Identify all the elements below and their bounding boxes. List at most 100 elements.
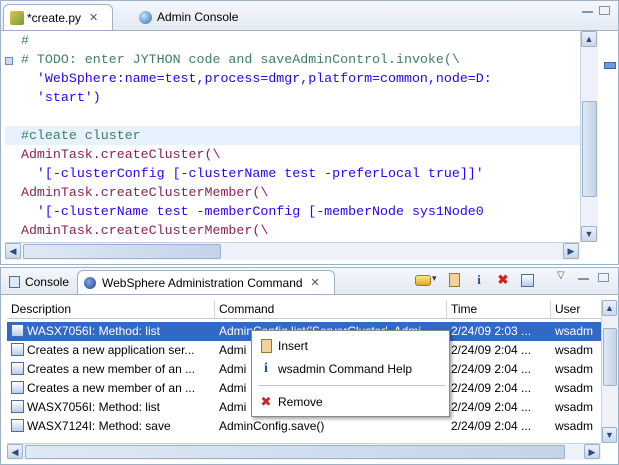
clipboard-icon[interactable]: [446, 272, 462, 288]
cell-text: Creates a new member of an ...: [27, 381, 196, 395]
cell-text: 2/24/09 2:04 ...: [451, 381, 532, 395]
cell-text: WASX7056I: Method: list: [27, 400, 160, 414]
cell-user: wsadm: [555, 417, 601, 436]
minimize-icon[interactable]: [578, 276, 589, 280]
cell-command: AdminConfig.save(): [219, 417, 445, 436]
chevron-down-icon[interactable]: ▾: [432, 273, 437, 284]
maximize-icon[interactable]: [598, 273, 609, 282]
cell-text: wsadm: [555, 343, 594, 357]
code-line[interactable]: '[-clusterConfig [-clusterName test -pre…: [5, 164, 484, 183]
scroll-thumb[interactable]: [25, 445, 565, 459]
tab-label: WebSphere Administration Command: [102, 275, 303, 290]
cell-text: wsadm: [555, 362, 594, 376]
command-icon: [11, 400, 24, 413]
menu-item-insert[interactable]: Insert: [254, 335, 447, 357]
command-icon: [11, 381, 24, 394]
context-menu: Insert i wsadmin Command Help ✖ Remove: [251, 330, 450, 417]
table-horizontal-scrollbar[interactable]: ◀ ▶: [7, 443, 601, 460]
command-icon: [11, 343, 24, 356]
menu-item-label: Insert: [278, 339, 309, 353]
cell-user: wsadm: [555, 341, 601, 360]
close-icon[interactable]: ✕: [89, 11, 98, 24]
scroll-left-button[interactable]: ◀: [7, 444, 23, 459]
console-icon: [9, 276, 20, 288]
cell-text: wsadm: [555, 419, 594, 433]
code-editor[interactable]: # # TODO: enter JYTHON code and saveAdmi…: [5, 31, 583, 242]
editor-pane: *create.py ✕ Admin Console # # TODO: ent…: [0, 0, 619, 265]
command-icon: [11, 419, 24, 432]
code-line[interactable]: # TODO: enter JYTHON code and saveAdminC…: [5, 50, 460, 69]
cell-text: WASX7056I: Method: list: [27, 324, 160, 338]
cell-text: 2/24/09 2:04 ...: [451, 343, 532, 357]
command-icon: [11, 362, 24, 375]
code-line[interactable]: AdminTask.createClusterMember(\: [5, 221, 268, 240]
menu-item-label: Remove: [278, 395, 323, 409]
cell-text: wsadm: [555, 381, 594, 395]
clipboard-icon: [254, 339, 278, 353]
menu-item-label: wsadmin Command Help: [278, 362, 413, 376]
cell-text: 2/24/09 2:04 ...: [451, 419, 532, 433]
info-icon[interactable]: i: [471, 272, 487, 288]
cell-description: Creates a new application ser...: [11, 341, 215, 360]
cell-user: wsadm: [555, 360, 601, 379]
tab-label: Console: [24, 275, 69, 289]
cell-time: 2/24/09 2:04 ...: [451, 360, 549, 379]
code-line[interactable]: AdminTask.createClusterMember(\: [5, 183, 268, 202]
cell-text: Admi: [219, 362, 247, 376]
column-header-time[interactable]: Time: [447, 300, 551, 318]
scroll-left-button[interactable]: ◀: [5, 243, 21, 259]
tab-console[interactable]: Console: [3, 270, 75, 294]
remove-icon[interactable]: ✖: [495, 272, 511, 288]
scroll-thumb[interactable]: [582, 101, 597, 197]
cell-text: AdminConfig.save(): [219, 419, 325, 433]
scroll-thumb[interactable]: [23, 244, 221, 259]
scroll-down-button[interactable]: ▼: [602, 427, 617, 443]
tab-label: Admin Console: [157, 10, 239, 24]
cell-description: WASX7056I: Method: list: [11, 398, 215, 417]
cell-time: 2/24/09 2:04 ...: [451, 341, 549, 360]
editor-vertical-scrollbar[interactable]: ▲ ▼: [580, 31, 598, 242]
tab-websphere-admin-command[interactable]: WebSphere Administration Command ✕: [77, 270, 335, 294]
code-line[interactable]: 'WebSphere:name=test,process=dmgr,platfo…: [5, 69, 492, 88]
editor-horizontal-scrollbar[interactable]: ◀ ▶: [5, 242, 580, 260]
cell-user: wsadm: [555, 322, 601, 341]
close-icon[interactable]: ✕: [311, 276, 320, 289]
scroll-right-button[interactable]: ▶: [563, 243, 579, 259]
scroll-right-button[interactable]: ▶: [584, 444, 600, 459]
cell-time: 2/24/09 2:04 ...: [451, 417, 549, 436]
cell-text: Admi: [219, 381, 247, 395]
maximize-icon[interactable]: [599, 6, 610, 15]
overview-ruler-marker[interactable]: [604, 62, 616, 69]
code-line[interactable]: #: [5, 31, 29, 50]
menu-item-remove[interactable]: ✖ Remove: [254, 391, 447, 413]
cell-text: 2/24/09 2:04 ...: [451, 362, 532, 376]
minimize-icon[interactable]: [582, 9, 593, 13]
code-line[interactable]: AdminTask.createCluster(\: [5, 145, 221, 164]
code-line[interactable]: 'start'): [5, 88, 101, 107]
code-line[interactable]: #cleate cluster: [5, 126, 580, 145]
column-header-command[interactable]: Command: [215, 300, 447, 318]
cell-text: Admi: [219, 400, 247, 414]
cell-text: Admi: [219, 343, 247, 357]
editor-tab-bar: *create.py ✕ Admin Console: [1, 1, 618, 31]
view-menu-icon[interactable]: ▽: [557, 270, 565, 281]
tab-admin-console[interactable]: Admin Console: [133, 4, 253, 30]
export-icon[interactable]: [519, 272, 535, 288]
scroll-up-button[interactable]: ▲: [602, 300, 617, 316]
insert-icon[interactable]: [415, 272, 431, 288]
tab-create-py[interactable]: *create.py ✕: [3, 4, 113, 30]
cell-text: wsadm: [555, 400, 594, 414]
menu-item-command-help[interactable]: i wsadmin Command Help: [254, 358, 447, 380]
cell-user: wsadm: [555, 398, 601, 417]
column-header-user[interactable]: User: [551, 300, 601, 318]
column-header-description[interactable]: Description: [7, 300, 215, 318]
cell-description: WASX7124I: Method: save: [11, 417, 215, 436]
table-vertical-scrollbar[interactable]: ▲ ▼: [601, 300, 618, 443]
code-line[interactable]: '[-clusterName test -memberConfig [-memb…: [5, 202, 484, 221]
scroll-up-button[interactable]: ▲: [581, 31, 597, 47]
view-tab-bar: Console WebSphere Administration Command…: [1, 268, 618, 295]
scroll-down-button[interactable]: ▼: [581, 226, 597, 242]
scroll-thumb[interactable]: [603, 328, 617, 386]
command-icon: [11, 324, 24, 337]
table-row[interactable]: WASX7124I: Method: save AdminConfig.save(…: [7, 417, 601, 436]
